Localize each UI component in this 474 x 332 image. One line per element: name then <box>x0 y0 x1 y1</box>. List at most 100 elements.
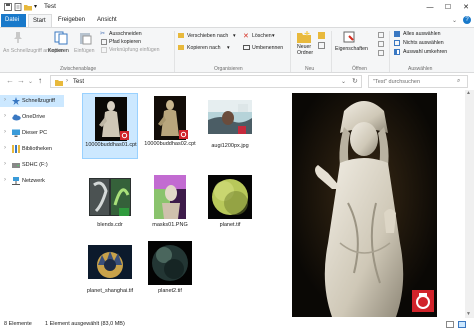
chevron-down-icon[interactable]: ⌄ <box>341 78 346 85</box>
tab-share[interactable]: Freigeben <box>54 14 89 27</box>
edit-icon[interactable] <box>378 41 384 47</box>
copy-path-button[interactable]: Pfad kopieren <box>109 39 141 45</box>
pin-icon <box>13 31 23 45</box>
save-icon[interactable] <box>4 3 12 11</box>
chevron-right-icon[interactable]: › <box>66 78 68 84</box>
cloud-icon <box>12 113 21 121</box>
scroll-down-icon[interactable]: ▼ <box>466 311 471 317</box>
new-folder-button[interactable]: Neuer Ordner <box>297 44 315 56</box>
scroll-up-icon[interactable]: ▲ <box>466 90 471 96</box>
file-name: planet2.tif <box>158 288 182 294</box>
minimize-button[interactable]: — <box>422 0 438 14</box>
nav-item-libraries[interactable]: › Bibliotheken <box>0 143 64 155</box>
refresh-icon[interactable]: ↻ <box>352 77 358 85</box>
file-item[interactable]: blends.cdr <box>82 172 138 238</box>
copy-to-button[interactable]: Kopieren nach <box>187 45 220 51</box>
maximize-button[interactable]: ☐ <box>440 0 456 14</box>
chevron-down-icon[interactable]: ▾ <box>233 33 236 39</box>
open-icon[interactable] <box>378 32 384 38</box>
file-item[interactable]: 10000buddhas01.cpt <box>82 93 138 159</box>
file-item[interactable]: masks01.PNG <box>142 172 198 238</box>
open-group-label: Öffnen <box>352 66 367 72</box>
search-input[interactable]: "Test" durchsuchen ⌕ <box>368 75 468 88</box>
corel-photo-paint-icon <box>412 290 434 312</box>
tab-file[interactable]: Datei <box>1 14 26 27</box>
chevron-right-icon[interactable]: › <box>4 177 6 183</box>
nav-item-this-pc[interactable]: › Dieser PC <box>0 127 64 139</box>
chevron-right-icon[interactable]: › <box>4 97 6 103</box>
new-item-icon[interactable] <box>318 32 325 39</box>
statue-thumbnail <box>148 96 192 140</box>
tab-home[interactable]: Start <box>28 14 52 27</box>
paste-shortcut-button[interactable]: Verknüpfung einfügen <box>109 47 159 53</box>
details-view-icon[interactable] <box>446 321 454 328</box>
cut-button[interactable]: Ausschneiden <box>109 31 142 37</box>
select-all-button[interactable]: Alles auswählen <box>403 31 441 37</box>
copy-button[interactable]: Kopieren <box>48 48 69 54</box>
select-none-button[interactable]: Nichts auswählen <box>403 40 444 46</box>
rename-button[interactable]: Umbenennen <box>252 45 283 51</box>
selection-info: 1 Element ausgewählt (83,0 MB) <box>45 321 125 327</box>
file-item[interactable]: planet.tif <box>202 172 258 238</box>
folder-icon[interactable] <box>24 3 32 11</box>
help-icon[interactable]: ? <box>463 16 471 24</box>
copy-to-icon <box>178 45 184 50</box>
invert-selection-icon <box>394 49 400 55</box>
address-field[interactable]: › Test ⌄ ↻ <box>50 75 362 88</box>
delete-button[interactable]: Löschen <box>252 33 272 39</box>
chevron-right-icon[interactable]: › <box>4 129 6 135</box>
organize-group-label: Organisieren <box>214 66 243 72</box>
nav-item-quick-access[interactable]: › Schnellzugriff <box>0 95 64 107</box>
large-icons-view-icon[interactable] <box>458 321 466 328</box>
status-bar: 8 Elemente 1 Element ausgewählt (83,0 MB… <box>0 318 474 332</box>
properties-button[interactable]: Eigenschaften <box>335 46 368 52</box>
tab-view[interactable]: Ansicht <box>93 14 121 27</box>
up-icon[interactable]: ↑ <box>38 76 42 85</box>
chevron-down-icon[interactable]: ⌄ <box>28 78 33 85</box>
breadcrumb[interactable]: Test <box>73 79 84 85</box>
file-item[interactable]: augi1200px.jpg <box>202 93 258 159</box>
paste-button[interactable]: Einfügen <box>74 48 94 54</box>
network-icon <box>12 177 20 185</box>
properties-icon[interactable] <box>14 3 22 11</box>
nav-label: SDHC (F:) <box>22 162 48 168</box>
chevron-right-icon[interactable]: › <box>4 161 6 167</box>
delete-icon: ✕ <box>243 33 249 40</box>
forward-icon[interactable]: → <box>17 76 25 85</box>
chevron-down-icon[interactable]: ▾ <box>227 45 230 51</box>
chevron-right-icon[interactable]: › <box>4 145 6 151</box>
image-thumbnail <box>148 175 192 219</box>
chevron-down-icon[interactable]: ⌄ <box>452 17 457 24</box>
computer-icon <box>12 129 20 137</box>
invert-selection-button[interactable]: Auswahl umkehren <box>403 49 447 55</box>
nav-item-sdhc[interactable]: › SDHC (F:) <box>0 159 64 171</box>
chevron-right-icon[interactable]: › <box>4 113 6 119</box>
ribbon: An Schnellzugriff anheften Kopieren Einf… <box>0 27 474 73</box>
vertical-scrollbar[interactable]: ▲ ▼ <box>465 90 474 318</box>
file-item[interactable]: planet_shanghai.tif <box>82 238 138 304</box>
file-name: planet.tif <box>219 222 241 228</box>
nav-item-network[interactable]: › Netzwerk <box>0 175 64 187</box>
clipboard-group-label: Zwischenablage <box>60 66 97 72</box>
planet-thumbnail <box>148 241 192 285</box>
file-name: 10000buddhas02.cpt <box>144 141 196 147</box>
library-icon <box>12 145 20 153</box>
nav-item-onedrive[interactable]: › OneDrive <box>0 111 64 123</box>
nav-label: Dieser PC <box>22 130 48 136</box>
chevron-down-icon[interactable]: ▾ <box>272 33 275 39</box>
statue-thumbnail <box>89 97 133 141</box>
easy-access-icon[interactable] <box>318 42 325 49</box>
history-icon[interactable] <box>378 50 384 56</box>
search-icon[interactable]: ⌕ <box>457 78 460 85</box>
close-button[interactable]: ✕ <box>458 0 474 14</box>
file-name: blends.cdr <box>97 222 123 228</box>
file-item[interactable]: 10000buddhas02.cpt <box>142 93 198 159</box>
chevron-down-icon[interactable]: ▾ <box>34 3 42 11</box>
nav-label: Schnellzugriff <box>22 98 55 104</box>
back-icon[interactable]: ← <box>6 76 14 85</box>
move-to-button[interactable]: Verschieben nach <box>187 33 228 39</box>
preview-pane <box>284 90 474 318</box>
file-item[interactable]: planet2.tif <box>142 238 198 304</box>
file-name: augi1200px.jpg <box>211 143 249 149</box>
shortcut-icon <box>101 47 107 53</box>
